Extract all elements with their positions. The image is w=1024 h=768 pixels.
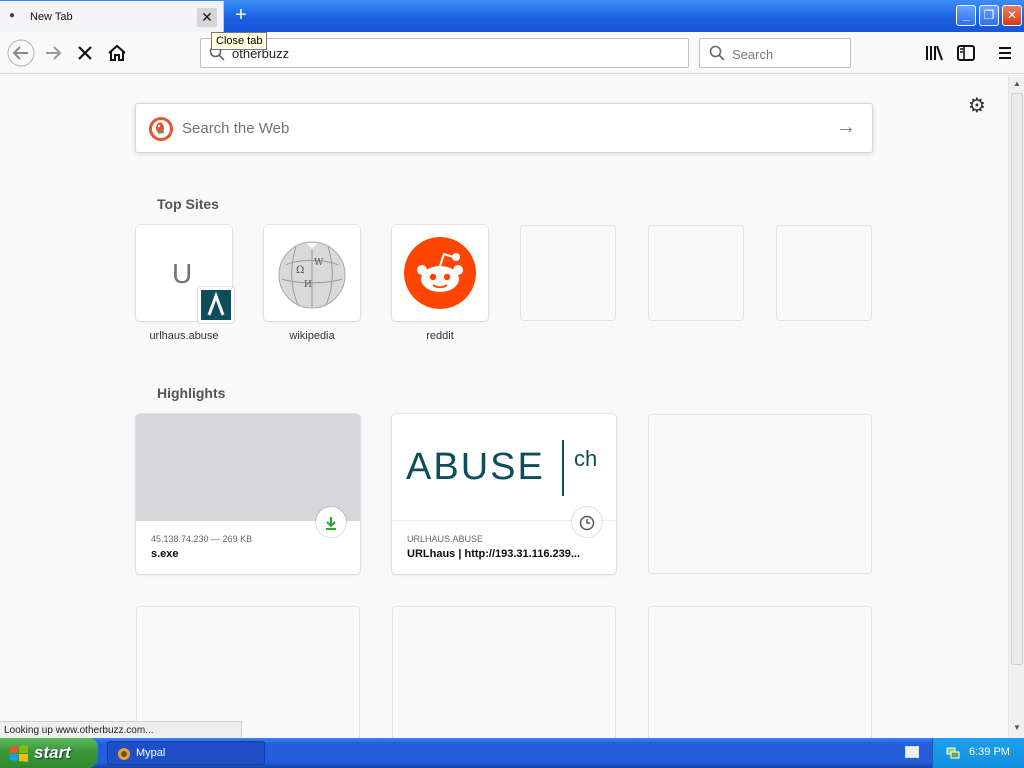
scroll-up-arrow-icon[interactable]: ▲ xyxy=(1011,77,1023,91)
minimize-button[interactable]: _ xyxy=(956,5,976,26)
clock-icon xyxy=(579,515,595,531)
forward-button[interactable] xyxy=(38,38,68,68)
close-tab-tooltip: Close tab xyxy=(211,32,268,50)
top-site-empty xyxy=(520,225,616,321)
home-icon xyxy=(108,44,126,61)
highlight-title: URLhaus | http://193.31.116.239... xyxy=(407,548,581,560)
tab-new-tab[interactable]: ● New Tab ✕ xyxy=(0,1,224,32)
abuse-logo-text: ABUSE xyxy=(406,446,545,488)
search-icon xyxy=(709,45,725,61)
keyboard-icon[interactable] xyxy=(905,746,919,758)
top-site-empty xyxy=(648,225,744,321)
start-button[interactable]: start xyxy=(0,738,98,768)
close-tab-button[interactable]: ✕ xyxy=(197,8,217,27)
tab-strip: ● New Tab ✕ + _ ❐ ✕ xyxy=(0,0,1024,32)
scrollbar-thumb[interactable] xyxy=(1011,93,1023,665)
back-arrow-icon xyxy=(7,39,35,67)
site-letter: U xyxy=(172,258,193,289)
task-label: Mypal xyxy=(136,747,166,759)
svg-text:W: W xyxy=(314,258,324,268)
top-site-label: urlhaus.abuse xyxy=(149,330,219,342)
download-arrow-icon xyxy=(326,516,336,530)
windows-flag-icon xyxy=(10,745,28,762)
window-close-button[interactable]: ✕ xyxy=(1002,5,1022,26)
highlight-empty xyxy=(648,414,872,574)
clock: 6:39 PM xyxy=(969,746,1010,758)
top-site-label: wikipedia xyxy=(289,330,335,342)
history-badge xyxy=(572,507,602,537)
highlight-empty xyxy=(648,606,872,738)
url-bar[interactable]: otherbuzz xyxy=(200,38,689,68)
reddit-alien-icon xyxy=(404,237,476,309)
stop-icon xyxy=(78,46,92,60)
vertical-scrollbar[interactable]: ▲ ▼ xyxy=(1008,75,1024,738)
svg-text:И: И xyxy=(304,280,312,290)
svg-text:Ω: Ω xyxy=(296,265,304,276)
start-label: start xyxy=(34,743,71,762)
highlights-heading: Highlights xyxy=(157,385,226,401)
loading-dot-icon: ● xyxy=(9,10,16,21)
web-search-box[interactable]: Search the Web → xyxy=(135,103,873,153)
wikipedia-globe-icon: Ω W И xyxy=(278,241,346,309)
new-tab-page: ⚙ Search the Web → Top Sites U urlhaus.a… xyxy=(0,75,1008,738)
forward-arrow-icon xyxy=(46,46,62,60)
highlight-title: s.exe xyxy=(151,548,179,560)
tab-title: New Tab xyxy=(30,11,73,23)
library-icon[interactable] xyxy=(923,42,945,64)
mypal-app-icon xyxy=(118,748,130,760)
taskbar-item-mypal[interactable]: Mypal xyxy=(107,741,265,765)
menu-icon[interactable] xyxy=(994,42,1016,64)
restore-button[interactable]: ❐ xyxy=(979,5,999,26)
new-tab-button[interactable]: + xyxy=(229,4,253,28)
search-bar[interactable]: Search xyxy=(699,38,851,68)
back-button[interactable] xyxy=(6,38,36,68)
urlhaus-favicon-icon xyxy=(198,287,234,323)
top-site-label: reddit xyxy=(426,330,454,342)
abuse-logo-suffix: ch xyxy=(574,446,598,471)
download-badge xyxy=(316,507,346,537)
stop-button[interactable] xyxy=(70,38,100,68)
network-icon[interactable] xyxy=(945,745,961,761)
scroll-down-arrow-icon[interactable]: ▼ xyxy=(1011,721,1023,735)
status-bar: Looking up www.otherbuzz.com... xyxy=(0,721,242,738)
highlight-card-urlhaus[interactable]: ABUSE ch URLHAUS.ABUSE URLhaus | http://… xyxy=(392,414,616,574)
duckduckgo-logo-icon xyxy=(149,117,173,141)
highlight-thumbnail: ABUSE ch xyxy=(392,414,616,521)
settings-gear-icon[interactable]: ⚙ xyxy=(966,95,988,117)
highlight-empty xyxy=(392,606,616,738)
nav-toolbar: otherbuzz Search xyxy=(0,32,1024,74)
highlight-meta: 45.138.74.230 — 269 KB xyxy=(151,534,253,544)
top-site-reddit[interactable] xyxy=(392,225,488,321)
highlight-meta: URLHAUS.ABUSE xyxy=(407,534,484,544)
top-site-wikipedia[interactable]: Ω W И xyxy=(264,225,360,321)
abuse-logo-divider xyxy=(562,440,564,496)
web-search-input[interactable]: Search the Web xyxy=(182,120,289,137)
sidebar-icon[interactable] xyxy=(955,42,977,64)
top-site-empty xyxy=(776,225,872,321)
taskbar: start Mypal 6:39 PM xyxy=(0,738,1024,768)
top-site-urlhaus[interactable]: U xyxy=(136,225,234,323)
search-input[interactable]: Search xyxy=(732,47,773,62)
system-tray: 6:39 PM xyxy=(905,738,1024,768)
top-sites-heading: Top Sites xyxy=(157,196,219,212)
home-button[interactable] xyxy=(102,38,132,68)
search-submit-arrow-icon[interactable]: → xyxy=(836,116,856,139)
highlight-empty xyxy=(136,606,360,738)
highlight-card-download[interactable]: 45.138.74.230 — 269 KB s.exe xyxy=(136,414,360,574)
highlight-thumbnail xyxy=(136,414,360,521)
